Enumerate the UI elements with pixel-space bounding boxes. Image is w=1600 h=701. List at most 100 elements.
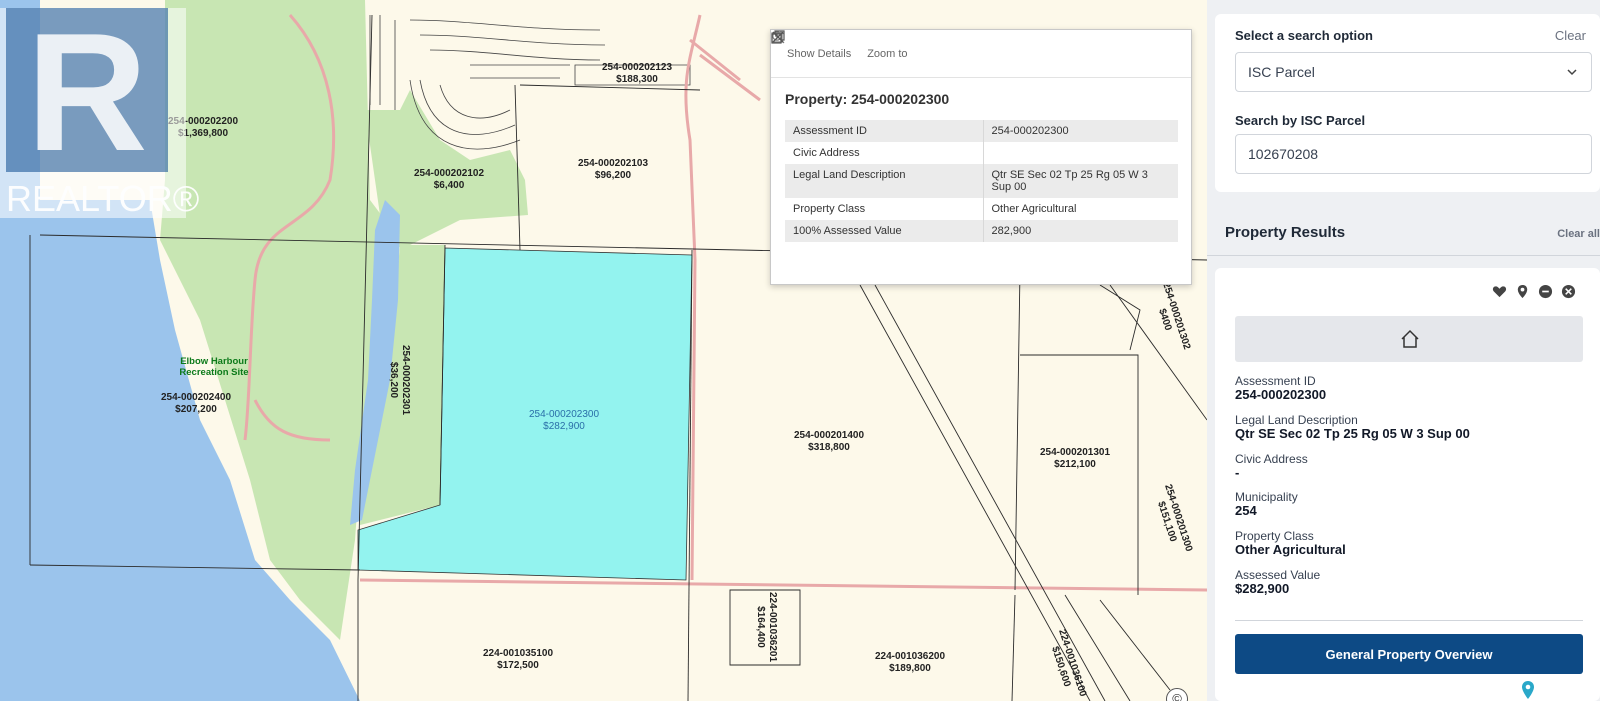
property-class-value: Other Agricultural <box>1235 542 1346 557</box>
table-row: Civic Address <box>785 142 1179 164</box>
parcel-label[interactable]: 254-000202102 $6,400 <box>414 168 484 192</box>
parcel-label[interactable]: 224-001035100 $172,500 <box>483 648 553 672</box>
realtor-logo-letter: R <box>26 0 148 186</box>
search-by-label: Search by ISC Parcel <box>1235 113 1366 128</box>
site-label-line: Recreation Site <box>179 367 249 378</box>
parcel-value: $164,400 <box>755 606 766 648</box>
parcel-label[interactable]: 254-000201301 $212,100 <box>1040 447 1110 471</box>
parcel-label[interactable]: 224-001036200 $189,800 <box>875 651 945 675</box>
municipality-label: Municipality <box>1235 490 1298 504</box>
map-pin-icon[interactable] <box>1515 284 1530 299</box>
municipality-value: 254 <box>1235 503 1257 518</box>
location-pin-icon[interactable] <box>1521 680 1535 700</box>
show-details-button[interactable]: Show Details <box>771 31 852 60</box>
parcel-label[interactable]: 254-000202103 $96,200 <box>578 158 648 182</box>
parcel-value: $172,500 <box>497 660 539 671</box>
table-row: 100% Assessed Value 282,900 <box>785 220 1179 242</box>
parcel-value: $189,800 <box>889 663 931 674</box>
civic-address-label: Civic Address <box>1235 452 1308 466</box>
popup-title: Property: 254-000202300 <box>785 91 950 107</box>
site-label: Elbow Harbour Recreation Site <box>179 356 248 378</box>
clear-all-button[interactable]: Clear all <box>1557 228 1600 240</box>
parcel-value: $188,300 <box>616 74 658 85</box>
parcel-label[interactable]: 224-001036201 $164,400 <box>754 592 778 662</box>
legal-description-label: Legal Land Description <box>1235 413 1358 427</box>
heart-icon[interactable] <box>1492 284 1507 299</box>
search-input[interactable]: 102670208 <box>1235 134 1592 174</box>
property-popup: Show Details Zoom to Property: 254-00020… <box>770 29 1192 285</box>
assessed-value-value: $282,900 <box>1235 581 1290 596</box>
parcel-id: 224-001036200 <box>874 651 946 662</box>
site-label-line: Elbow Harbour <box>180 356 248 367</box>
realtor-logo-text: REALTOR® <box>6 178 200 219</box>
parcel-id: 254-000202300 <box>528 409 600 420</box>
civic-address-value: - <box>1235 465 1240 480</box>
divider <box>1235 620 1583 621</box>
parcel-value: $207,200 <box>175 404 217 415</box>
parcel-value: $96,200 <box>594 170 632 181</box>
popup-toolbar: Show Details Zoom to <box>771 30 1191 78</box>
search-option-value: ISC Parcel <box>1248 64 1315 80</box>
sidebar: Select a search option Clear ISC Parcel … <box>1207 0 1600 701</box>
parcel-id: 254-000201301 <box>1039 447 1111 458</box>
parcel-id: 254-000202301 <box>400 344 411 416</box>
attr-label: Assessment ID <box>785 120 984 142</box>
parcel-id: 254-000201400 <box>793 430 865 441</box>
realtor-watermark: R REALTOR® <box>0 0 199 219</box>
clear-button[interactable]: Clear <box>1555 28 1586 43</box>
map-view[interactable]: 254-000202200 $1,369,800 254-000202123 $18… <box>0 0 1207 701</box>
attr-label: 100% Assessed Value <box>785 220 984 242</box>
parcel-id: 254-000202400 <box>160 392 232 403</box>
general-property-overview-button[interactable]: General Property Overview <box>1235 634 1583 674</box>
search-card: Select a search option Clear ISC Parcel … <box>1215 14 1600 192</box>
home-icon <box>1401 329 1419 348</box>
zoom-to-label: Zoom to <box>867 47 908 60</box>
parcel-label[interactable]: 254-000202123 $188,300 <box>602 62 672 86</box>
attr-label: Legal Land Description <box>785 164 984 198</box>
chevron-down-icon <box>1567 69 1577 76</box>
assessed-value-label: Assessed Value <box>1235 568 1321 582</box>
attr-value: 282,900 <box>983 220 1179 242</box>
parcel-id: 254-000202123 <box>601 62 673 73</box>
close-icon[interactable] <box>771 30 785 44</box>
assessment-id-label: Assessment ID <box>1235 374 1316 388</box>
parcel-value: $282,900 <box>543 421 585 432</box>
results-title: Property Results <box>1225 224 1346 241</box>
parcel-value: $318,800 <box>808 442 850 453</box>
show-details-label: Show Details <box>787 47 852 60</box>
parcel-value: $212,100 <box>1054 459 1096 470</box>
parcel-label[interactable]: 254-000202301 $36,200 <box>387 345 411 415</box>
parcel-id: 224-001036201 <box>767 591 778 663</box>
table-row: Property Class Other Agricultural <box>785 198 1179 220</box>
attr-label: Property Class <box>785 198 984 220</box>
parcel-id: 254-000202102 <box>413 168 485 179</box>
zoom-to-button[interactable]: Zoom to <box>772 31 908 60</box>
close-circle-icon[interactable] <box>1561 284 1576 299</box>
attr-value <box>983 142 1179 164</box>
parcel-value: $36,200 <box>388 361 399 399</box>
table-row: Legal Land Description Qtr SE Sec 02 Tp 2… <box>785 164 1179 198</box>
popup-header: Property: 254-000202300 <box>771 30 1191 120</box>
parcel-id: 254-000202103 <box>577 158 649 169</box>
selected-parcel-label[interactable]: 254-000202300 $282,900 <box>529 409 599 433</box>
attr-value: Other Agricultural <box>983 198 1179 220</box>
minus-circle-icon[interactable] <box>1538 284 1553 299</box>
parcel-label[interactable]: 254-000202400 $207,200 <box>161 392 231 416</box>
parcel-label[interactable]: 254-000201400 $318,800 <box>794 430 864 454</box>
property-class-label: Property Class <box>1235 529 1314 543</box>
search-option-select[interactable]: ISC Parcel <box>1235 52 1592 92</box>
search-input-value: 102670208 <box>1248 146 1319 162</box>
search-option-label: Select a search option <box>1235 28 1373 43</box>
popup-attribute-table: Assessment ID 254-000202300 Civic Address… <box>785 120 1179 242</box>
attr-value: Qtr SE Sec 02 Tp 25 Rg 05 W 3 Sup 00 <box>983 164 1179 198</box>
legal-description-value: Qtr SE Sec 02 Tp 25 Rg 05 W 3 Sup 00 <box>1235 426 1470 441</box>
parcel-id: 224-001035100 <box>482 648 554 659</box>
table-row: Assessment ID 254-000202300 <box>785 120 1179 142</box>
attr-label: Civic Address <box>785 142 984 164</box>
assessment-id-value: 254-000202300 <box>1235 387 1327 402</box>
property-image-placeholder[interactable] <box>1235 316 1583 362</box>
parcel-value: $6,400 <box>433 180 465 191</box>
results-header: Property Results Clear all <box>1207 212 1600 256</box>
attr-value: 254-000202300 <box>983 120 1179 142</box>
result-card: Assessment ID 254-000202300 Legal Land D… <box>1215 268 1600 701</box>
